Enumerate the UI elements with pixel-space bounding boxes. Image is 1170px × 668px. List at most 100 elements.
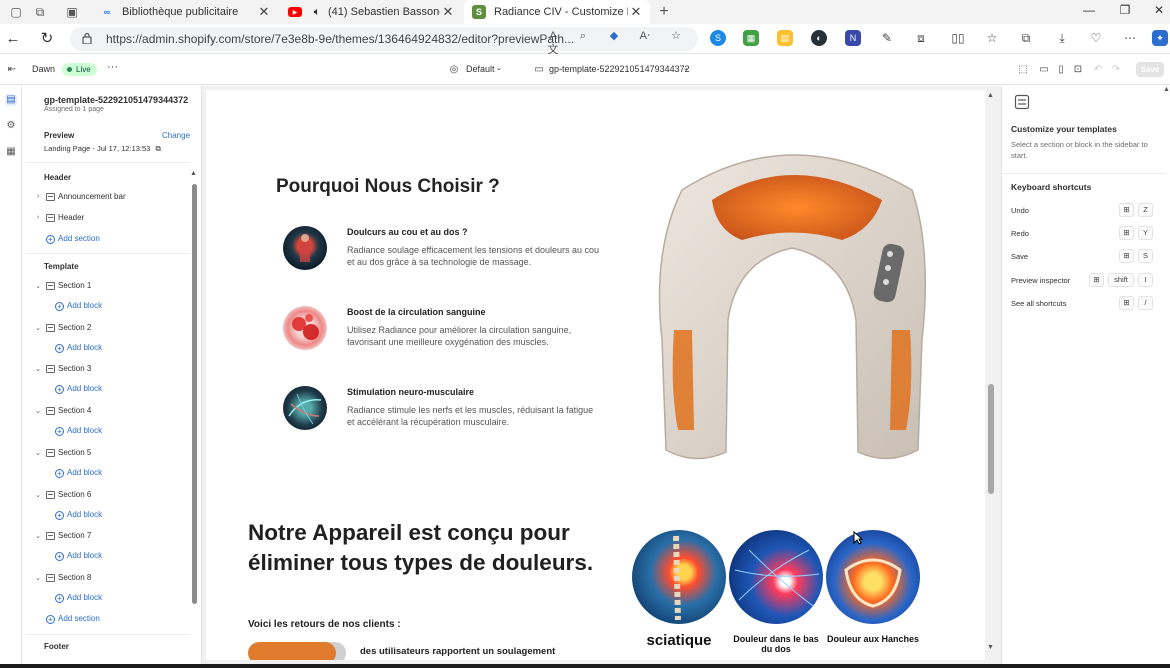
browser-toolbar: ← ↻ https://admin.shopify.com/store/7e3e… <box>0 24 1170 56</box>
chevron-right-icon[interactable]: › <box>34 214 42 221</box>
settings-more-icon[interactable]: ⋯ <box>1122 30 1138 46</box>
preview-scrollbar[interactable]: ▲ ▼ <box>987 92 995 654</box>
inspector-icon[interactable]: ⬚ <box>1017 64 1029 76</box>
feature-text: Utilisez Radiance pour améliorer la circ… <box>347 325 572 347</box>
fullscreen-icon[interactable]: ⊡ <box>1072 64 1084 76</box>
blood-cells-figure-icon <box>292 314 319 340</box>
keyboard-shortcuts-title: Keyboard shortcuts <box>1011 182 1092 192</box>
new-tab-icon[interactable]: + <box>656 4 672 20</box>
sidebar-scroll-thumb[interactable] <box>192 184 197 604</box>
extension-green-icon[interactable]: ▦ <box>743 30 759 46</box>
preview-page: Pourquoi Nous Choisir ? Doulcurs au cou … <box>206 90 985 660</box>
section-icon <box>46 214 55 222</box>
speaker-icon[interactable]: 🔈︎ <box>310 5 324 19</box>
extension-n-icon[interactable]: N <box>845 30 861 46</box>
lock-icon <box>82 32 92 44</box>
tab-shopify-editor[interactable]: S Radiance CIV - Customize Dawn ✕ <box>464 0 650 24</box>
copilot-icon[interactable]: ✦ <box>1152 30 1168 46</box>
template-selector[interactable]: gp-template-522921051479344372 <box>549 64 690 74</box>
restore-icon[interactable]: ❐ <box>1116 3 1134 17</box>
favorites-icon[interactable]: ☆ <box>984 30 1000 46</box>
back-icon[interactable]: ← <box>4 30 22 48</box>
close-tab-icon[interactable]: ✕ <box>256 4 272 20</box>
close-window-icon[interactable]: ✕ <box>1150 3 1168 17</box>
section-icon <box>46 282 55 290</box>
workspaces-icon[interactable]: ⧉ <box>32 4 48 20</box>
read-aloud-icon[interactable]: A‧ <box>638 29 652 43</box>
extensions-puzzle-icon[interactable]: ⧈ <box>913 30 929 46</box>
neuro-muscle-icon <box>283 386 327 430</box>
zoom-icon[interactable]: ⌕ <box>576 29 590 43</box>
scroll-down-icon[interactable]: ▼ <box>987 644 994 651</box>
key-cap: ⊞ <box>1119 226 1134 241</box>
meta-icon: ∞ <box>103 7 111 17</box>
tab-youtube[interactable]: ▶ 🔈︎ (41) Sebastien Bassong : J'ai ✕ <box>280 0 462 24</box>
chevron-down-icon[interactable]: ⌄ <box>34 365 42 373</box>
add-circle-icon: + <box>46 235 55 244</box>
shopify-icon: S <box>472 5 486 19</box>
more-actions-button[interactable]: ··· <box>107 61 118 73</box>
refresh-icon[interactable]: ↻ <box>38 30 56 48</box>
preview-scroll-thumb[interactable] <box>988 384 994 494</box>
theme-selector[interactable]: Default <box>466 64 495 74</box>
undo-icon[interactable]: ↶ <box>1092 64 1104 76</box>
app-embeds-icon[interactable]: ▦ <box>5 146 17 158</box>
add-circle-icon: + <box>46 615 55 624</box>
redo-icon[interactable]: ↷ <box>1110 64 1122 76</box>
tag-extension-icon[interactable]: ◆ <box>607 29 621 43</box>
chevron-down-icon[interactable]: ⌄ <box>34 574 42 582</box>
close-tab-icon[interactable]: ✕ <box>628 4 644 20</box>
chevron-down-icon[interactable]: ⌄ <box>34 407 42 415</box>
scroll-up-icon[interactable]: ▲ <box>190 170 197 177</box>
theme-settings-gear-icon[interactable]: ⚙ <box>5 120 17 132</box>
panel-scrollbar[interactable]: ▲ <box>1163 86 1170 668</box>
sections-icon[interactable]: ▤ <box>5 94 17 106</box>
close-tab-icon[interactable]: ✕ <box>440 4 456 20</box>
chevron-down-icon[interactable]: ⌄ <box>683 64 689 72</box>
split-screen-icon[interactable]: ▯▯ <box>950 30 966 46</box>
extension-dark-icon[interactable]: ◐ <box>811 30 827 46</box>
chevron-down-icon[interactable]: ⌄ <box>34 324 42 332</box>
settings-panel: Customize your templates Select a sectio… <box>1001 86 1170 668</box>
address-bar[interactable]: https://admin.shopify.com/store/7e3e8b-9… <box>70 27 698 51</box>
stat-percentage-fill <box>248 642 336 660</box>
eyedropper-icon[interactable]: ✎ <box>879 30 895 46</box>
translate-icon[interactable]: A文 <box>546 29 560 56</box>
save-button[interactable]: Save <box>1136 62 1164 77</box>
tab-actions-icon[interactable]: ▣ <box>64 4 80 20</box>
extension-blue-icon[interactable]: S <box>710 30 726 46</box>
desktop-view-icon[interactable]: ▭ <box>1038 64 1050 76</box>
stat-percentage-bar <box>248 642 346 660</box>
profile-icon[interactable]: ▢ <box>8 4 24 20</box>
chevron-down-icon[interactable]: ⌄ <box>34 449 42 457</box>
exit-icon[interactable]: ⇤ <box>6 64 18 76</box>
performance-icon[interactable]: ♡ <box>1088 30 1104 46</box>
minimize-icon[interactable]: — <box>1080 3 1098 17</box>
scroll-up-icon[interactable]: ▲ <box>1163 86 1170 93</box>
collections-icon[interactable]: ⧉ <box>1018 30 1034 46</box>
preview-label: Preview <box>44 131 75 140</box>
store-preview-frame: Pourquoi Nous Choisir ? Doulcurs au cou … <box>202 86 1001 668</box>
favorite-star-icon[interactable]: ☆ <box>669 29 683 43</box>
external-link-icon[interactable]: ⧉ <box>155 144 160 153</box>
feature-title: Boost de la circulation sanguine <box>347 307 486 317</box>
chevron-down-icon[interactable]: ⌄ <box>496 64 502 72</box>
mobile-view-icon[interactable]: ▯ <box>1055 64 1067 76</box>
pain-label-sciatica: sciatique <box>646 632 712 649</box>
preview-page-name[interactable]: Landing Page - Jul 17, 12:13:53 ⧉ <box>44 144 161 154</box>
template-group-title: Template <box>44 262 79 271</box>
add-circle-icon: + <box>55 593 64 603</box>
key-cap: I <box>1138 272 1153 287</box>
sidebar-scrollbar[interactable]: ▲ <box>190 170 198 658</box>
scroll-up-icon[interactable]: ▲ <box>987 92 994 99</box>
chevron-right-icon[interactable]: › <box>34 193 42 200</box>
change-preview-link[interactable]: Change <box>162 131 190 140</box>
chevron-down-icon[interactable]: ⌄ <box>34 532 42 540</box>
section-icon <box>46 532 55 541</box>
downloads-icon[interactable]: ⤓ <box>1054 30 1070 46</box>
chevron-down-icon[interactable]: ⌄ <box>34 282 42 290</box>
tab-ad-library[interactable]: ∞ Bibliothèque publicitaire ✕ <box>92 0 278 24</box>
chevron-down-icon[interactable]: ⌄ <box>34 491 42 499</box>
why-choose-us-title: Pourquoi Nous Choisir ? <box>276 176 500 197</box>
extension-yellow-icon[interactable]: ▤ <box>777 30 793 46</box>
